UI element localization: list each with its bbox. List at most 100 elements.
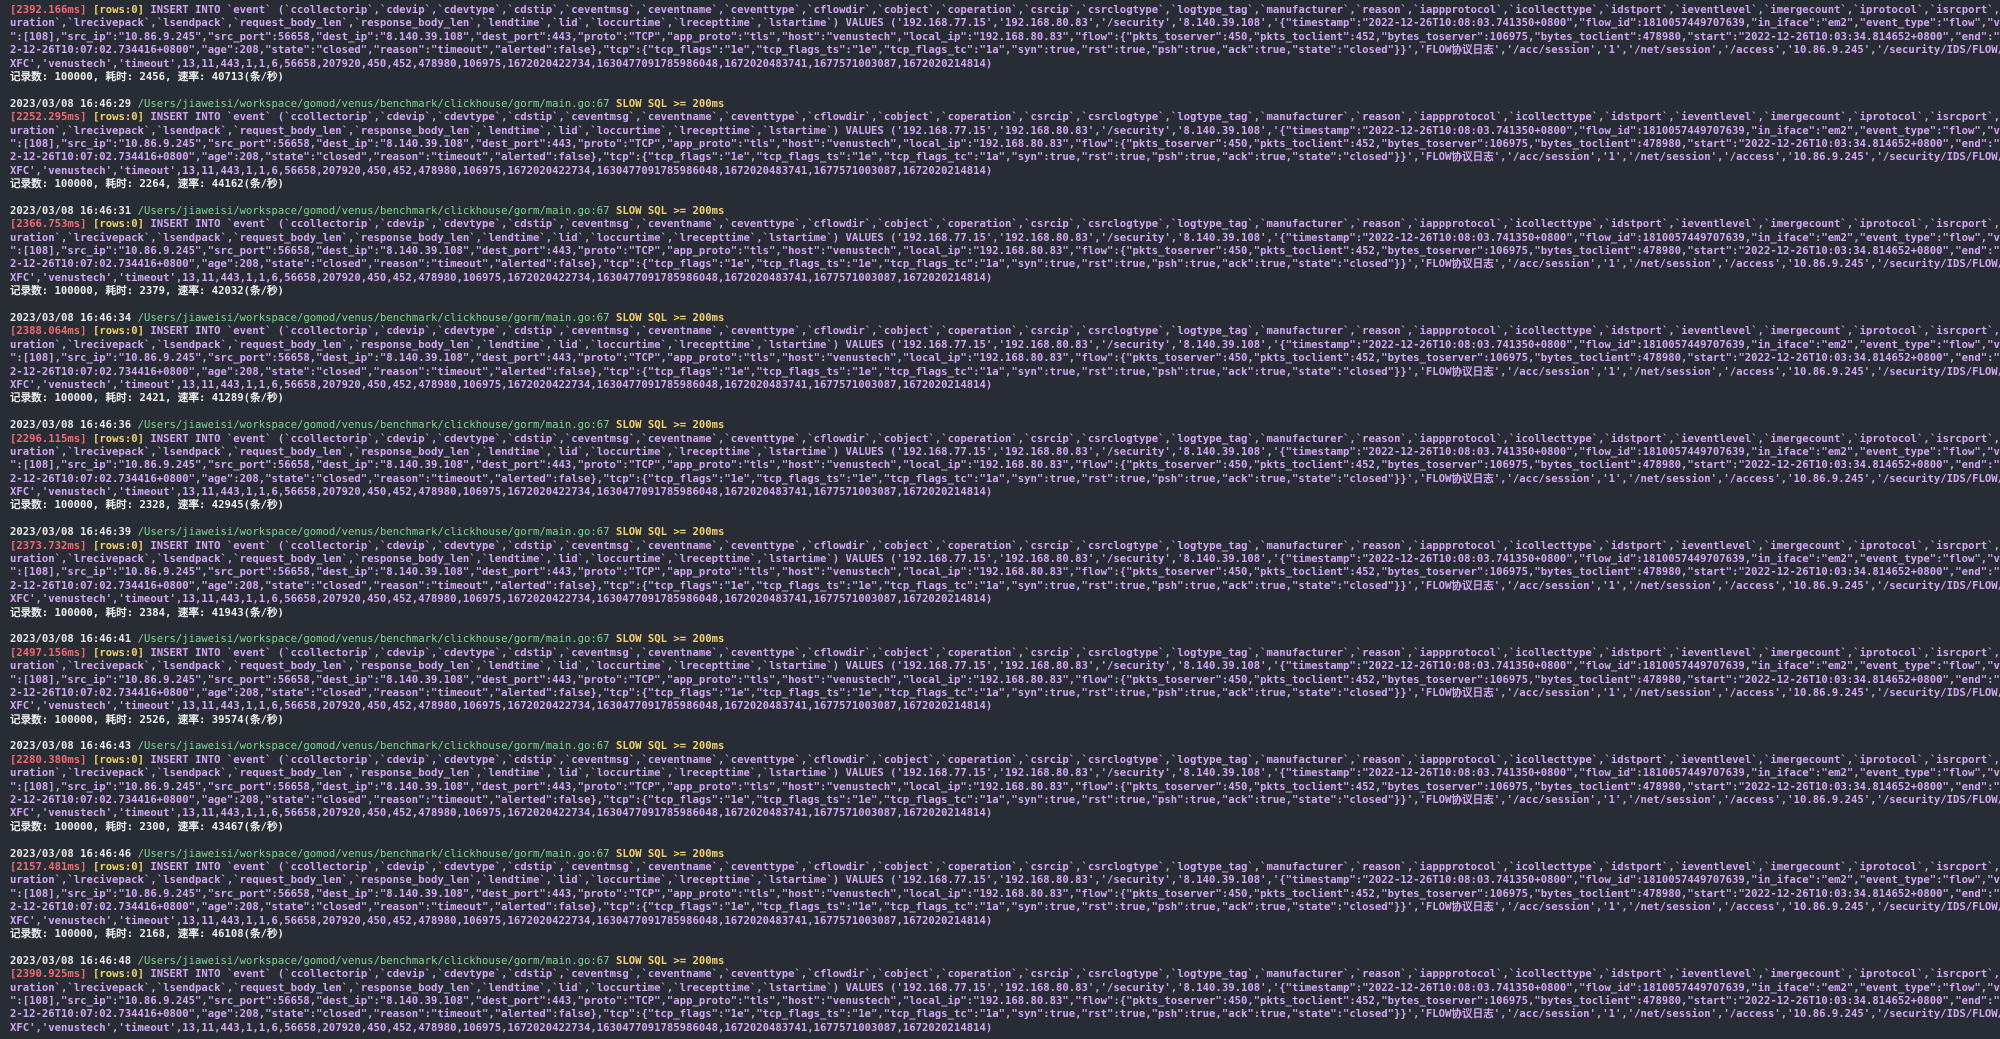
log-stat-line: 记录数: 100000, 耗时: 2421, 速率: 41289(条/秒) [10, 392, 284, 405]
log-sql-line: XFC','venustech','timeout',13,11,443,1,1… [10, 700, 993, 713]
log-stat-line: 记录数: 100000, 耗时: 2526, 速率: 39574(条/秒) [10, 713, 284, 726]
sql-rows: [rows:0] [92, 646, 144, 659]
log-sql-line: ":[108],"src_ip":"10.86.9.245","src_port… [10, 780, 2000, 793]
log-stat-line: 记录数: 100000, 耗时: 2300, 速率: 43467(条/秒) [10, 820, 284, 833]
log-sql-line: XFC','venustech','timeout',13,11,443,1,1… [10, 271, 993, 284]
log-header-line: 2023/03/08 16:46:31 /Users/jiaweisi/work… [10, 205, 2000, 218]
log-header-line: 2023/03/08 16:46:41 /Users/jiaweisi/work… [10, 633, 2000, 646]
log-source-path: /Users/jiaweisi/workspace/gomod/venus/be… [137, 633, 610, 646]
log-sql-line: 2-12-26T10:07:02.734416+0800","age":208,… [10, 258, 2000, 271]
log-header-line: 2023/03/08 16:46:43 /Users/jiaweisi/work… [10, 740, 2000, 753]
log-timestamp: 2023/03/08 16:46:41 [10, 633, 132, 646]
log-source-path: /Users/jiaweisi/workspace/gomod/venus/be… [137, 526, 610, 539]
log-sql-line: 2-12-26T10:07:02.734416+0800","age":208,… [10, 472, 2000, 485]
log-sql-line: 2-12-26T10:07:02.734416+0800","age":208,… [10, 151, 2000, 164]
log-sql-line: [2296.115ms] [rows:0] INSERT INTO `event… [10, 433, 2000, 446]
log-sql-line: uration`,`lrecivepack`,`lsendpack`,`requ… [10, 17, 2000, 30]
sql-duration: [2390.925ms] [10, 968, 87, 981]
sql-text: INSERT INTO `event` (`ccollectorip`,`cde… [150, 218, 2000, 231]
sql-text: INSERT INTO `event` (`ccollectorip`,`cde… [150, 539, 2000, 552]
log-header-line: 2023/03/08 16:46:48 /Users/jiaweisi/work… [10, 955, 2000, 968]
sql-text: INSERT INTO `event` (`ccollectorip`,`cde… [150, 861, 2000, 873]
log-timestamp: 2023/03/08 16:46:43 [10, 740, 132, 753]
log-sql-line: [2366.753ms] [rows:0] INSERT INTO `event… [10, 218, 2000, 231]
log-timestamp: 2023/03/08 16:46:48 [10, 954, 132, 967]
sql-rows: [rows:0] [92, 539, 144, 552]
log-sql-line: 2-12-26T10:07:02.734416+0800","age":208,… [10, 1008, 2000, 1021]
log-sql-line: uration`,`lrecivepack`,`lsendpack`,`requ… [10, 231, 2000, 244]
log-sql-line: ":[108],"src_ip":"10.86.9.245","src_port… [10, 245, 2000, 258]
log-source-path: /Users/jiaweisi/workspace/gomod/venus/be… [137, 204, 610, 217]
sql-rows: [rows:0] [92, 968, 144, 981]
log-sql-line: XFC','venustech','timeout',13,11,443,1,1… [10, 593, 993, 606]
slow-sql-label: SLOW SQL >= 200ms [615, 419, 725, 432]
log-sql-line: XFC','venustech','timeout',13,11,443,1,1… [10, 1021, 993, 1034]
log-header-line: 2023/03/08 16:46:46 /Users/jiaweisi/work… [10, 848, 2000, 861]
log-header-line: 2023/03/08 16:46:34 /Users/jiaweisi/work… [10, 312, 2000, 325]
log-sql-line: XFC','venustech','timeout',13,11,443,1,1… [10, 807, 993, 820]
slow-sql-label: SLOW SQL >= 200ms [615, 847, 725, 860]
sql-rows: [rows:0] [92, 753, 144, 766]
terminal-window[interactable]: [2392.166ms] [rows:0] INSERT INTO `event… [0, 0, 2000, 1039]
log-sql-line: uration`,`lrecivepack`,`lsendpack`,`requ… [10, 874, 2000, 887]
log-stat-line: 记录数: 100000, 耗时: 2456, 速率: 40713(条/秒) [10, 70, 284, 83]
log-sql-line: [2497.156ms] [rows:0] INSERT INTO `event… [10, 647, 2000, 660]
log-sql-line: 2-12-26T10:07:02.734416+0800","age":208,… [10, 44, 2000, 57]
log-sql-line: 2-12-26T10:07:02.734416+0800","age":208,… [10, 579, 2000, 592]
log-source-path: /Users/jiaweisi/workspace/gomod/venus/be… [137, 97, 610, 110]
log-stat-line: 记录数: 100000, 耗时: 2384, 速率: 41943(条/秒) [10, 606, 284, 619]
log-sql-line: XFC','venustech','timeout',13,11,443,1,1… [10, 378, 993, 391]
log-sql-line: XFC','venustech','timeout',13,11,443,1,1… [10, 486, 993, 499]
log-timestamp: 2023/03/08 16:46:31 [10, 204, 132, 217]
log-sql-line: ":[108],"src_ip":"10.86.9.245","src_port… [10, 137, 2000, 150]
sql-duration: [2392.166ms] [10, 4, 87, 16]
sql-duration: [2157.481ms] [10, 861, 87, 873]
log-sql-line: 2-12-26T10:07:02.734416+0800","age":208,… [10, 365, 2000, 378]
sql-rows: [rows:0] [92, 218, 144, 231]
slow-sql-label: SLOW SQL >= 200ms [615, 311, 725, 324]
slow-sql-label: SLOW SQL >= 200ms [615, 526, 725, 539]
log-sql-line: ":[108],"src_ip":"10.86.9.245","src_port… [10, 459, 2000, 472]
log-stat-line: 记录数: 100000, 耗时: 2328, 速率: 42945(条/秒) [10, 499, 284, 512]
log-sql-line: ":[108],"src_ip":"10.86.9.245","src_port… [10, 994, 2000, 1007]
log-header-line: 2023/03/08 16:46:36 /Users/jiaweisi/work… [10, 419, 2000, 432]
log-sql-line: ":[108],"src_ip":"10.86.9.245","src_port… [10, 566, 2000, 579]
sql-text: INSERT INTO `event` (`ccollectorip`,`cde… [150, 432, 2000, 445]
sql-text: INSERT INTO `event` (`ccollectorip`,`cde… [150, 968, 2000, 981]
sql-duration: [2296.115ms] [10, 432, 87, 445]
log-sql-line: uration`,`lrecivepack`,`lsendpack`,`requ… [10, 553, 2000, 566]
sql-duration: [2366.753ms] [10, 218, 87, 231]
log-sql-line: ":[108],"src_ip":"10.86.9.245","src_port… [10, 673, 2000, 686]
log-sql-line: uration`,`lrecivepack`,`lsendpack`,`requ… [10, 445, 2000, 458]
sql-text: INSERT INTO `event` (`ccollectorip`,`cde… [150, 4, 2000, 16]
log-header-line: 2023/03/08 16:46:29 /Users/jiaweisi/work… [10, 98, 2000, 111]
log-sql-line: [2280.380ms] [rows:0] INSERT INTO `event… [10, 754, 2000, 767]
sql-duration: [2252.295ms] [10, 111, 87, 124]
log-sql-line: [2388.064ms] [rows:0] INSERT INTO `event… [10, 325, 2000, 338]
slow-sql-label: SLOW SQL >= 200ms [615, 954, 725, 967]
log-sql-line: XFC','venustech','timeout',13,11,443,1,1… [10, 914, 993, 927]
log-sql-line: [2392.166ms] [rows:0] INSERT INTO `event… [10, 4, 2000, 17]
sql-text: INSERT INTO `event` (`ccollectorip`,`cde… [150, 111, 2000, 124]
log-source-path: /Users/jiaweisi/workspace/gomod/venus/be… [137, 419, 610, 432]
log-sql-line: XFC','venustech','timeout',13,11,443,1,1… [10, 57, 993, 70]
log-sql-line: 2-12-26T10:07:02.734416+0800","age":208,… [10, 901, 2000, 914]
log-timestamp: 2023/03/08 16:46:46 [10, 847, 132, 860]
log-timestamp: 2023/03/08 16:46:34 [10, 311, 132, 324]
sql-duration: [2280.380ms] [10, 753, 87, 766]
log-sql-line: ":[108],"src_ip":"10.86.9.245","src_port… [10, 887, 2000, 900]
sql-duration: [2497.156ms] [10, 646, 87, 659]
log-sql-line: ":[108],"src_ip":"10.86.9.245","src_port… [10, 30, 2000, 43]
log-timestamp: 2023/03/08 16:46:39 [10, 526, 132, 539]
log-source-path: /Users/jiaweisi/workspace/gomod/venus/be… [137, 847, 610, 860]
log-source-path: /Users/jiaweisi/workspace/gomod/venus/be… [137, 311, 610, 324]
sql-duration: [2388.064ms] [10, 325, 87, 338]
log-sql-line: uration`,`lrecivepack`,`lsendpack`,`requ… [10, 767, 2000, 780]
slow-sql-label: SLOW SQL >= 200ms [615, 633, 725, 646]
sql-rows: [rows:0] [92, 4, 144, 16]
log-sql-line: [2373.732ms] [rows:0] INSERT INTO `event… [10, 540, 2000, 553]
